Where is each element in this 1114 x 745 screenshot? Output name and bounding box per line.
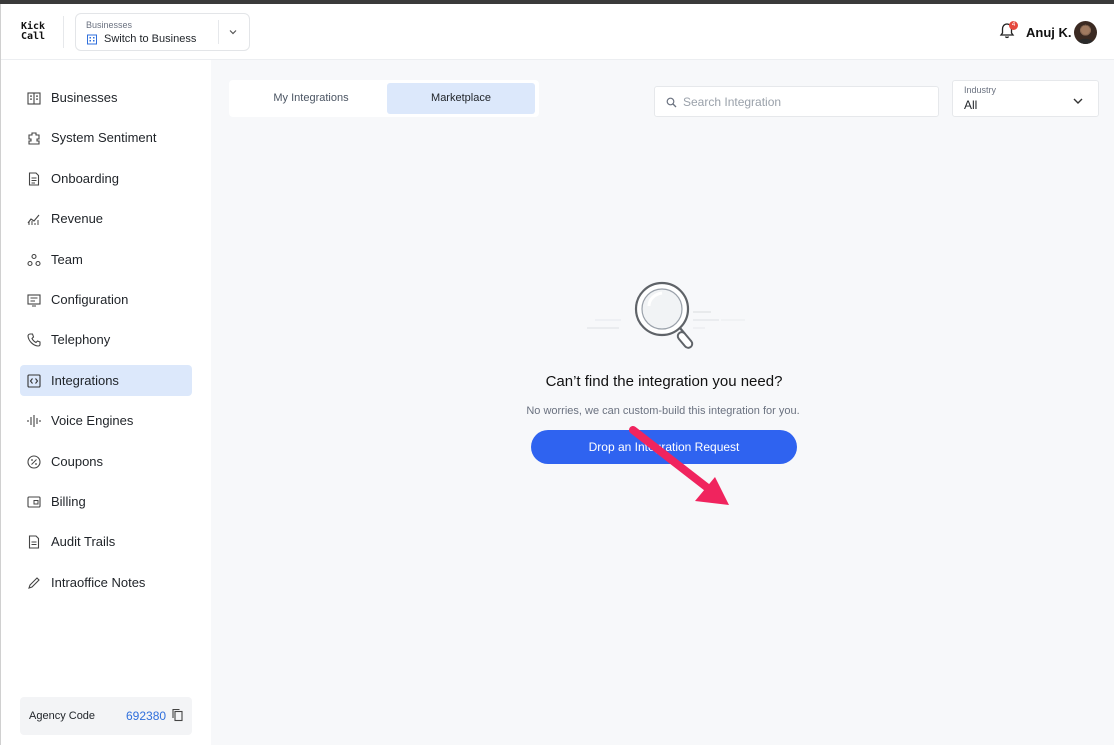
main-content: My Integrations Marketplace Industry All (211, 60, 1114, 745)
sidebar-item-integrations[interactable]: Integrations (20, 365, 192, 396)
empty-state-subtitle: No worries, we can custom-build this int… (526, 405, 800, 417)
team-icon (27, 253, 41, 266)
tab-my-integrations[interactable]: My Integrations (237, 83, 385, 114)
puzzle-icon (28, 131, 40, 145)
notification-badge: 4 (1009, 21, 1018, 30)
wallet-icon (27, 495, 41, 508)
integration-tabs: My Integrations Marketplace (229, 80, 539, 117)
search-input[interactable] (683, 93, 933, 111)
empty-state-title: Can’t find the integration you need? (211, 373, 1114, 390)
logo-line-2: Call (21, 31, 46, 42)
sidebar-item-label: Voice Engines (51, 413, 134, 428)
business-switcher-caption: Businesses (86, 20, 133, 30)
search-icon (666, 97, 677, 108)
sidebar-item-label: System Sentiment (51, 130, 157, 145)
header-divider (63, 16, 64, 48)
sidebar-item-intraoffice-notes[interactable]: Intraoffice Notes (20, 567, 192, 598)
sidebar-item-label: Intraoffice Notes (51, 575, 146, 590)
sidebar-item-label: Revenue (51, 211, 104, 226)
sidebar-item-revenue[interactable]: Revenue (20, 203, 192, 234)
industry-caption: Industry (964, 85, 997, 95)
code-icon (27, 373, 41, 388)
sidebar: Businesses System Sentiment Onboarding R… (1, 60, 211, 745)
sidebar-item-system-sentiment[interactable]: System Sentiment (20, 122, 192, 153)
pencil-icon (28, 576, 40, 589)
agency-code-value[interactable]: 692380 (126, 709, 166, 723)
chevron-down-icon (1073, 98, 1083, 104)
business-switcher-separator (218, 20, 219, 44)
file-list-icon (28, 534, 40, 549)
business-switcher-label: Switch to Business (104, 33, 197, 45)
sidebar-item-telephony[interactable]: Telephony (20, 324, 192, 355)
tab-marketplace[interactable]: Marketplace (387, 83, 535, 114)
sidebar-item-label: Coupons (51, 454, 104, 469)
industry-select[interactable]: Industry All (952, 80, 1099, 117)
sidebar-item-label: Businesses (51, 90, 118, 105)
document-icon (28, 171, 40, 186)
agency-code-box: Agency Code 692380 (20, 697, 192, 735)
sidebar-item-businesses[interactable]: Businesses (20, 82, 192, 113)
sidebar-item-configuration[interactable]: Configuration (20, 284, 192, 315)
kickcall-logo[interactable]: Kick Call (21, 22, 55, 42)
sidebar-item-onboarding[interactable]: Onboarding (20, 163, 192, 194)
chevron-down-icon[interactable] (227, 26, 239, 38)
sidebar-item-label: Telephony (51, 332, 111, 347)
coupon-icon (27, 454, 41, 469)
waveform-icon (27, 414, 41, 427)
agency-code-label: Agency Code (29, 710, 96, 722)
sidebar-item-coupons[interactable]: Coupons (20, 446, 192, 477)
building-icon (87, 34, 97, 45)
business-switcher[interactable]: Businesses Switch to Business (75, 13, 250, 51)
industry-value: All (964, 98, 978, 112)
sidebar-item-audit-trails[interactable]: Audit Trails (20, 526, 192, 557)
trend-chart-icon (27, 214, 40, 225)
top-header: Kick Call Businesses Switch to Business (1, 4, 1114, 60)
magnifier-illustration-icon (587, 281, 745, 349)
sidebar-item-label: Billing (51, 494, 86, 509)
building-icon (27, 91, 41, 105)
app-window: Kick Call Businesses Switch to Business (0, 4, 1114, 745)
copy-icon[interactable] (171, 708, 184, 722)
sidebar-item-voice-engines[interactable]: Voice Engines (20, 405, 192, 436)
user-name[interactable]: Anuj K. (1026, 25, 1072, 40)
business-switcher-row: Switch to Business (86, 33, 196, 45)
sidebar-item-label: Audit Trails (51, 534, 116, 549)
annotation-arrow-icon (629, 426, 729, 505)
avatar-portrait-icon (1077, 25, 1094, 44)
sidebar-item-label: Configuration (51, 292, 129, 307)
sidebar-item-label: Onboarding (51, 171, 119, 186)
sidebar-item-billing[interactable]: Billing (20, 486, 192, 517)
user-avatar[interactable] (1074, 21, 1097, 44)
search-box[interactable] (654, 86, 939, 117)
monitor-icon (27, 293, 41, 306)
sidebar-item-label: Team (51, 252, 83, 267)
empty-state-title-text: Can’t find the integration you need? (545, 373, 783, 390)
sidebar-item-team[interactable]: Team (20, 244, 192, 275)
phone-icon (27, 332, 41, 347)
sidebar-item-label: Integrations (51, 373, 119, 388)
